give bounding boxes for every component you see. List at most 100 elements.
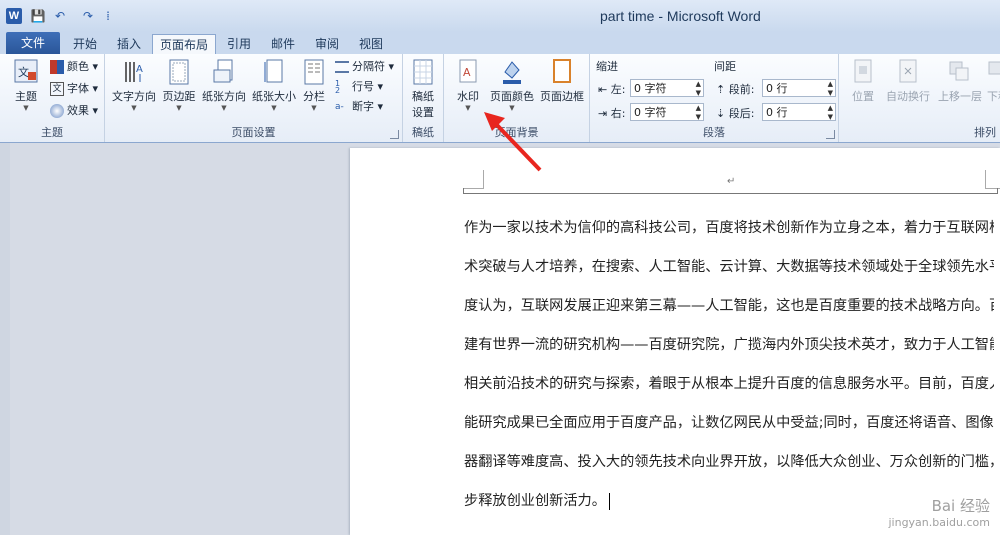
position-icon [854,59,872,83]
send-backward-label: 下移 [987,90,1000,103]
text-cursor [608,492,610,510]
breaks-icon [335,61,349,73]
site-watermark: Bai 经验 jingyan.baidu.com [888,495,990,529]
indent-left-input[interactable]: 0 字符 ▲ ▼ [630,79,704,97]
theme-fonts-button[interactable]: 文字体 ▾ [50,80,98,98]
spinner-icon[interactable]: ▲ ▼ [828,104,833,122]
watermark-line-2: jingyan.baidu.com [888,516,990,529]
page-color-button[interactable]: 页面颜色 ▼ [488,58,536,112]
tab-file[interactable]: 文件 [6,32,60,54]
save-icon[interactable]: 💾 [30,8,46,24]
orientation-button[interactable]: 纸张方向 ▼ [199,58,249,112]
size-label: 纸张大小 [252,90,296,103]
tab-review[interactable]: 审阅 [306,34,348,54]
dropdown-arrow-icon: ▼ [311,104,317,112]
header-border-tick [997,188,998,194]
word-logo-icon[interactable]: W [6,8,22,24]
text-line: 作为一家以技术为信仰的高科技公司，百度将技术创新作为立身之本，着力于互联网核心技 [464,220,994,236]
spinner-icon[interactable]: ▲ ▼ [696,104,701,122]
title-bar: W 💾 ↶ ↷ ⁞ part time - Microsoft Word [0,0,1000,32]
spacing-heading: 间距 [714,60,736,73]
document-page[interactable]: ↵ 作为一家以技术为信仰的高科技公司，百度将技术创新作为立身之本，着力于互联网核… [350,148,1000,535]
manuscript-label-1: 稿纸 [412,90,434,103]
group-paragraph: 缩进 间距 ⇤ 左: 0 字符 ▲ ▼ ⇥ 右: 0 字符 ▲ ▼ ⇡ 段前: 0 行 ▲… [590,54,839,142]
watermark-button[interactable]: A 水印 ▼ [450,58,486,112]
text-line: 建有世界一流的研究机构——百度研究院，广揽海内外顶尖技术英才，致力于人工智能等 [464,337,994,353]
text-direction-button[interactable]: A 文字方向 ▼ [109,58,159,112]
indent-left-label: ⇤ 左: [598,83,626,96]
breaks-button[interactable]: 分隔符 ▾ [335,58,394,76]
fonts-icon: 文 [50,82,64,96]
spacing-before-icon: ⇡ [716,83,726,96]
tab-references[interactable]: 引用 [218,34,260,54]
page-borders-label: 页面边框 [540,90,584,103]
watermark-icon: A [459,59,477,83]
theme-colors-button[interactable]: 颜色 ▾ [50,58,98,76]
redo-icon[interactable]: ↷ [80,8,96,24]
text-line: 能研究成果已全面应用于百度产品，让数亿网民从中受益;同时，百度还将语音、图像、机 [464,415,994,431]
columns-button[interactable]: 分栏 ▼ [299,58,329,112]
themes-label: 主题 [15,90,37,103]
page-borders-button[interactable]: 页面边框 [538,58,586,104]
text-direction-label: 文字方向 [112,90,156,103]
bring-forward-button[interactable]: 上移一层 [935,58,985,104]
group-manuscript: 稿纸 设置 稿纸 [403,54,444,142]
page-borders-icon [553,59,571,83]
ribbon: 文 主题 ▼ 颜色 ▾ 文字体 ▾ 效果 ▾ 主题 A 文字方向 ▼ 页边距 ▼… [0,54,1000,143]
group-label-page-setup: 页面设置 [231,126,276,139]
group-page-setup: A 文字方向 ▼ 页边距 ▼ 纸张方向 ▼ 纸张大小 ▼ 分栏 ▼ 分隔符 ▾ [105,54,403,142]
margins-button[interactable]: 页边距 ▼ [159,58,199,112]
manuscript-icon [413,59,433,85]
manuscript-settings-button[interactable]: 稿纸 设置 [405,58,441,120]
hyphenation-icon: a- [335,102,344,112]
spacing-after-input[interactable]: 0 行 ▲ ▼ [762,103,836,121]
spacing-before-input[interactable]: 0 行 ▲ ▼ [762,79,836,97]
window-title: part time - Microsoft Word [600,8,761,24]
group-label-manuscript: 稿纸 [412,126,434,139]
bring-forward-icon [949,61,969,81]
themes-button[interactable]: 文 主题 ▼ [8,58,44,112]
tab-page-layout[interactable]: 页面布局 [152,34,216,56]
send-backward-icon [988,61,1000,75]
wrap-text-button[interactable]: 自动换行 [883,58,933,104]
margin-corner-marker [463,170,484,189]
group-label-paragraph: 段落 [703,126,725,139]
tab-mailings[interactable]: 邮件 [262,34,304,54]
hyphenation-button[interactable]: a- 断字 ▾ [335,98,383,116]
page-color-icon [503,61,521,84]
tab-home[interactable]: 开始 [64,34,106,54]
header-paragraph-mark: ↵ [727,176,736,187]
spacing-after-label: ⇣ 段后: [716,107,755,120]
dropdown-arrow-icon: ▼ [23,104,29,112]
orientation-label: 纸张方向 [202,90,246,103]
tab-view[interactable]: 视图 [350,34,392,54]
send-backward-button[interactable]: 下移 [987,58,1000,104]
wrap-text-label: 自动换行 [886,90,930,103]
orientation-icon [213,59,233,83]
ribbon-tabs: 文件 开始 插入 页面布局 引用 邮件 审阅 视图 [0,32,1000,56]
dropdown-arrow-icon: ▼ [131,104,137,112]
group-page-background: A 水印 ▼ 页面颜色 ▼ 页面边框 页面背景 [444,54,590,142]
line-numbers-label: 行号 [352,80,374,93]
line-numbers-button[interactable]: 1 2 行号 ▾ [335,78,383,96]
fonts-label: 字体 [67,82,89,95]
indent-left-icon: ⇤ [598,83,608,96]
undo-icon[interactable]: ↶ [52,8,68,24]
spinner-icon[interactable]: ▲ ▼ [696,80,701,98]
tab-insert[interactable]: 插入 [108,34,150,54]
svg-text:A: A [463,66,471,79]
page-setup-dialog-launcher-icon[interactable] [390,130,399,139]
theme-effects-button[interactable]: 效果 ▾ [50,102,98,120]
customize-qat-icon[interactable]: ⁞ [100,8,116,24]
breaks-label: 分隔符 [352,60,385,73]
indent-right-label: ⇥ 右: [598,107,626,120]
effects-icon [50,104,64,118]
text-line: 器翻译等难度高、投入大的领先技术向业界开放，以降低大众创业、万众创新的门槛，进一 [464,454,994,470]
manuscript-label-2: 设置 [412,106,434,119]
document-body-text[interactable]: 作为一家以技术为信仰的高科技公司，百度将技术创新作为立身之本，着力于互联网核心技… [464,214,994,526]
indent-right-input[interactable]: 0 字符 ▲ ▼ [630,103,704,121]
size-button[interactable]: 纸张大小 ▼ [249,58,299,112]
paragraph-dialog-launcher-icon[interactable] [826,130,835,139]
spinner-icon[interactable]: ▲ ▼ [828,80,833,98]
position-button[interactable]: 位置 [845,58,881,104]
